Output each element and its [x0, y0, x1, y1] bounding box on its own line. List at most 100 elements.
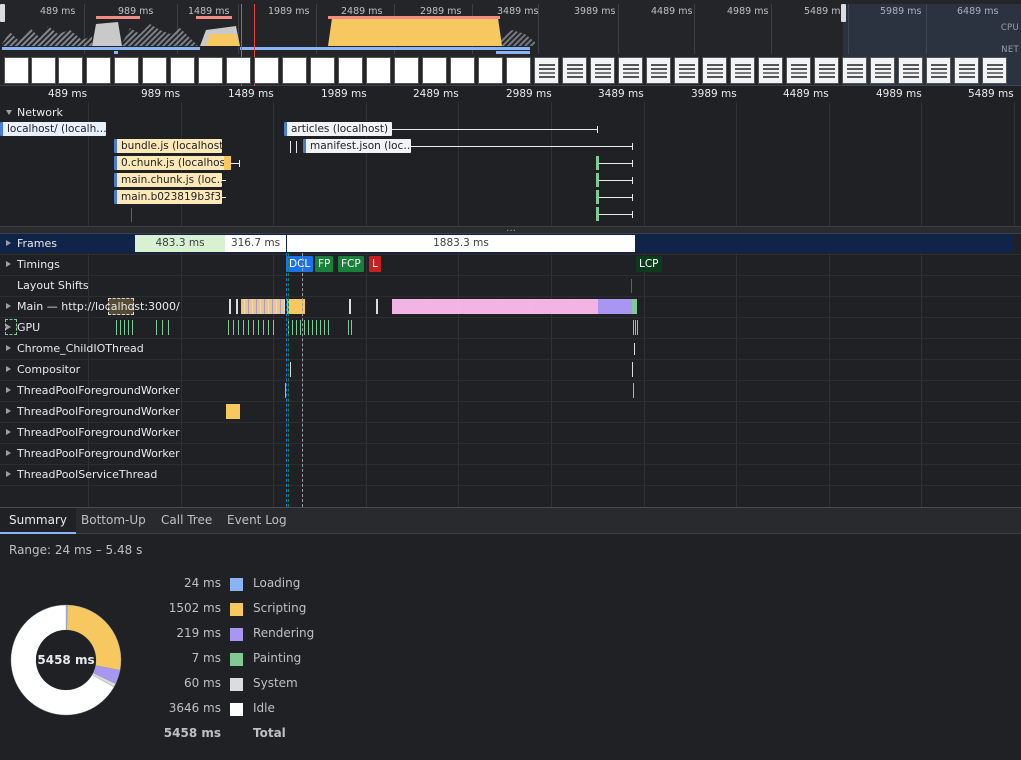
worker-label: ThreadPoolForegroundWorker	[6, 384, 180, 397]
child-io-thread-label: Chrome_ChildIOThread	[6, 342, 144, 355]
summary-total-value: 5458 ms	[163, 726, 221, 740]
details-panel: Summary Bottom-Up Call Tree Event Log Ra…	[0, 507, 1021, 760]
main-thread-label: Main — http://localhost:3000/	[6, 300, 180, 313]
thread-tracks: 483.3 ms 316.7 ms 1883.3 ms Frames Timin…	[0, 234, 1021, 507]
summary-total-name: Total	[253, 726, 286, 740]
service-thread-label: ThreadPoolServiceThread	[6, 468, 157, 481]
network-toggle[interactable]: Network	[6, 106, 63, 119]
ruler-tick: 3489 ms	[598, 88, 644, 100]
expand-triangle-icon	[6, 450, 11, 456]
tab-bottom-up[interactable]: Bottom-Up	[72, 508, 155, 534]
expand-triangle-icon	[6, 324, 11, 330]
ruler-tick: 3989 ms	[691, 88, 737, 100]
main-thread-track[interactable]: Main — http://localhost:3000/	[0, 297, 1021, 318]
summary-value: 219 ms	[176, 626, 221, 640]
time-ruler: 489 ms 989 ms 1489 ms 1989 ms 2489 ms 29…	[0, 86, 1021, 102]
summary-row-idle: 3646 ms Idle	[150, 701, 450, 719]
network-request[interactable]: localhost/ (localh…	[0, 122, 106, 136]
fcp-line	[288, 253, 289, 507]
system-swatch	[230, 678, 243, 691]
fp-marker[interactable]: FP	[315, 256, 334, 272]
panel-splitter[interactable]: …	[0, 223, 1021, 234]
summary-name: Rendering	[253, 626, 315, 640]
network-request[interactable]: manifest.json (loc…	[303, 139, 411, 153]
summary-row-total: 5458 ms Total	[150, 726, 450, 744]
ruler-tick: 1489 ms	[228, 88, 274, 100]
service-thread-track[interactable]: ThreadPoolServiceThread	[0, 465, 1021, 486]
worker-label: ThreadPoolForegroundWorker	[6, 405, 180, 418]
summary-value: 24 ms	[183, 576, 221, 590]
network-title: Network	[17, 106, 63, 119]
timings-track[interactable]: Timings DCL FP FCP L LCP	[0, 255, 1021, 276]
worker-track[interactable]: ThreadPoolForegroundWorker	[0, 423, 1021, 444]
worker-track[interactable]: ThreadPoolForegroundWorker	[0, 402, 1021, 423]
donut-total: 5458 ms	[37, 653, 95, 667]
frames-label: Frames	[6, 237, 57, 250]
layout-shifts-track[interactable]: Layout Shifts	[0, 276, 1021, 297]
network-request[interactable]: 0.chunk.js (localhost)	[114, 156, 225, 170]
summary-name: System	[253, 676, 298, 690]
worker-label: ThreadPoolForegroundWorker	[6, 426, 180, 439]
network-request[interactable]: bundle.js (localhost)	[114, 139, 222, 153]
ruler-tick: 4989 ms	[876, 88, 922, 100]
worker-track[interactable]: ThreadPoolForegroundWorker	[0, 381, 1021, 402]
dcl-marker[interactable]: DCL	[286, 256, 314, 272]
summary-name: Painting	[253, 651, 302, 665]
summary-row-scripting: 1502 ms Scripting	[150, 601, 450, 619]
screenshot-filmstrip[interactable]	[0, 54, 1021, 86]
network-request[interactable]: articles (localhost)	[284, 122, 392, 136]
rendering-swatch	[230, 628, 243, 641]
expand-triangle-icon	[6, 303, 11, 309]
summary-range: Range: 24 ms – 5.48 s	[9, 543, 143, 557]
layout-shifts-label: Layout Shifts	[17, 279, 89, 292]
frame-duration[interactable]: 1883.3 ms	[287, 235, 635, 252]
expand-triangle-icon	[6, 345, 11, 351]
frame-duration[interactable]: 316.7 ms	[225, 235, 286, 252]
ruler-tick: 2489 ms	[413, 88, 459, 100]
ruler-tick: 489 ms	[48, 88, 88, 100]
summary-value: 7 ms	[191, 651, 221, 665]
network-track: Network localhost/ (localh… bundle.js (l…	[0, 102, 1021, 226]
gpu-label: GPU	[6, 321, 40, 334]
summary-name: Scripting	[253, 601, 307, 615]
overview-selection-left-handle[interactable]	[0, 4, 5, 22]
load-line	[302, 253, 303, 507]
ruler-tick: 5489 ms	[968, 88, 1014, 100]
summary-name: Idle	[253, 701, 275, 715]
expand-triangle-icon	[6, 471, 11, 477]
worker-label: ThreadPoolForegroundWorker	[6, 447, 180, 460]
overview-selection-right-handle[interactable]	[841, 4, 846, 22]
tab-call-tree[interactable]: Call Tree	[152, 508, 221, 534]
frames-track[interactable]: 483.3 ms 316.7 ms 1883.3 ms Frames	[0, 234, 1021, 255]
expand-triangle-icon	[6, 429, 11, 435]
worker-track[interactable]: ThreadPoolForegroundWorker	[0, 444, 1021, 465]
summary-row-painting: 7 ms Painting	[150, 651, 450, 669]
frame-duration[interactable]: 483.3 ms	[135, 235, 225, 252]
lcp-marker[interactable]: LCP	[636, 256, 662, 272]
expand-triangle-icon	[6, 261, 11, 267]
network-request[interactable]: main.chunk.js (loc…	[114, 173, 222, 187]
tab-event-log[interactable]: Event Log	[218, 508, 296, 534]
ruler-tick: 2989 ms	[506, 88, 552, 100]
summary-row-loading: 24 ms Loading	[150, 576, 450, 594]
cpu-label: CPU	[1000, 23, 1019, 33]
summary-row-system: 60 ms System	[150, 676, 450, 694]
network-request[interactable]: main.b023819b3f3…	[114, 190, 222, 204]
tab-summary[interactable]: Summary	[0, 508, 76, 534]
loading-swatch	[230, 578, 243, 591]
load-marker[interactable]: L	[369, 256, 381, 272]
expand-triangle-icon	[6, 387, 11, 393]
summary-name: Loading	[253, 576, 301, 590]
painting-swatch	[230, 653, 243, 666]
ruler-tick: 1989 ms	[321, 88, 367, 100]
gpu-track[interactable]: GPU	[0, 318, 1021, 339]
timeline-overview[interactable]: 489 ms 989 ms 1489 ms 1989 ms 2489 ms 29…	[0, 0, 1021, 86]
child-io-thread-track[interactable]: Chrome_ChildIOThread	[0, 339, 1021, 360]
ruler-tick: 4489 ms	[783, 88, 829, 100]
fcp-marker[interactable]: FCP	[338, 256, 364, 272]
summary-value: 60 ms	[183, 676, 221, 690]
compositor-label: Compositor	[6, 363, 80, 376]
compositor-track[interactable]: Compositor	[0, 360, 1021, 381]
summary-value: 3646 ms	[168, 701, 221, 715]
expand-triangle-icon	[6, 408, 11, 414]
